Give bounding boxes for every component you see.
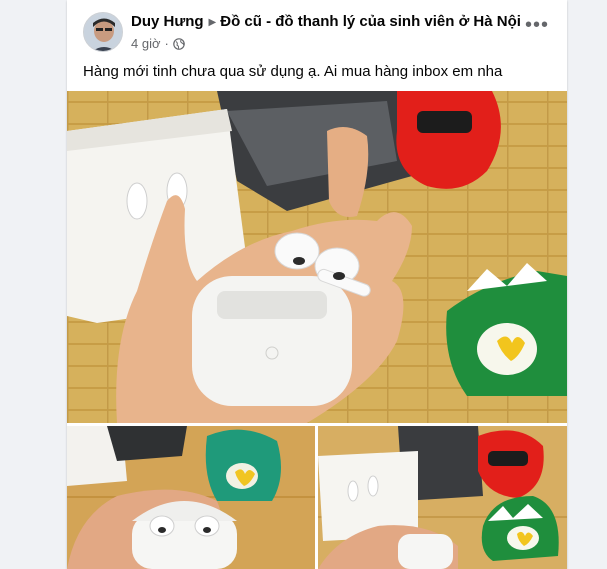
- author-name[interactable]: Duy Hưng: [131, 13, 204, 30]
- meta-separator: ·: [164, 36, 169, 51]
- post-photo-2[interactable]: [67, 426, 315, 569]
- post-photo-3[interactable]: [318, 426, 567, 569]
- post-photo-main[interactable]: [67, 91, 567, 423]
- more-options-icon[interactable]: •••: [519, 15, 555, 40]
- caret-right-icon: ▶: [208, 17, 217, 28]
- post-meta: 4 giờ ·: [131, 36, 185, 52]
- post-card: Duy Hưng ▶ Đồ cũ - đồ thanh lý của sinh vi…: [67, 0, 567, 569]
- post-title-line: Duy Hưng ▶ Đồ cũ - đồ thanh lý của sinh vi…: [131, 12, 521, 33]
- author-avatar[interactable]: [83, 12, 123, 52]
- post-time[interactable]: 4 giờ: [131, 36, 161, 51]
- group-name[interactable]: Đồ cũ - đồ thanh lý của sinh viên ở Hà N…: [220, 13, 521, 30]
- post-header: Duy Hưng ▶ Đồ cũ - đồ thanh lý của sinh vi…: [67, 0, 567, 56]
- post-text: Hàng mới tinh chưa qua sử dụng ạ. Ai mua…: [83, 63, 503, 80]
- globe-icon[interactable]: [173, 38, 185, 50]
